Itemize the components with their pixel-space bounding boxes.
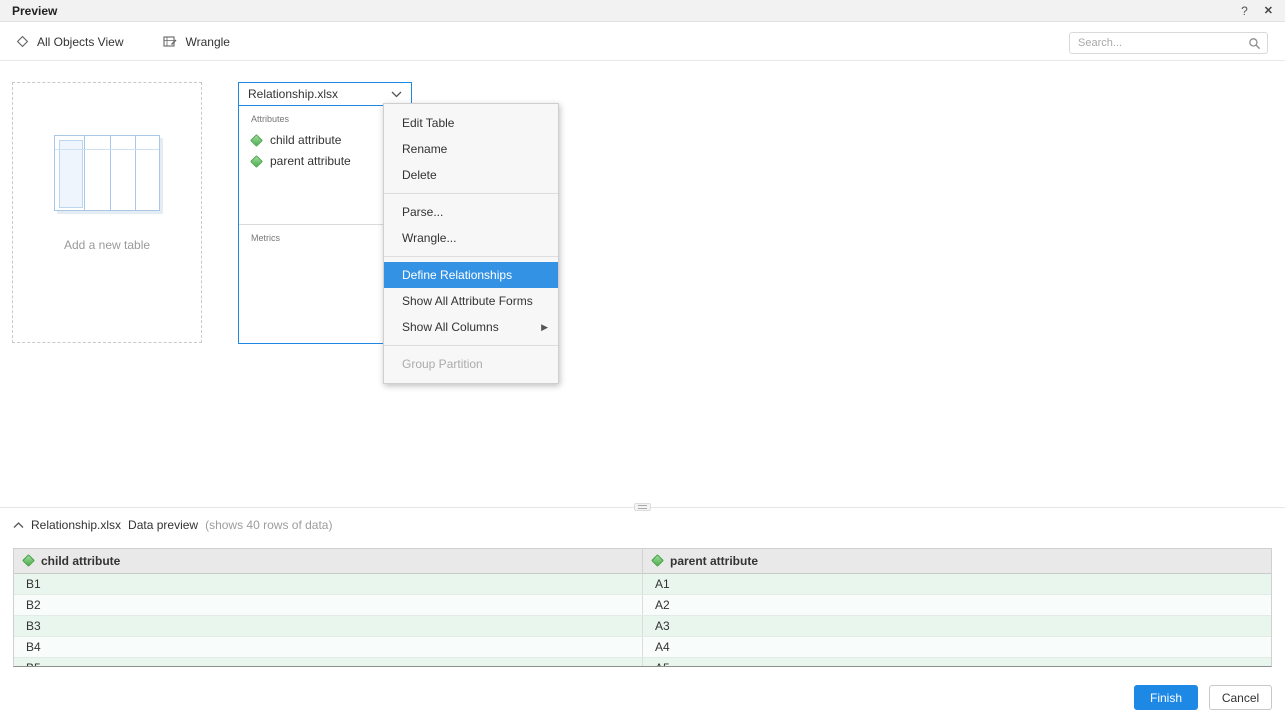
table-cell: B2 [14, 594, 643, 615]
preview-table-name: Relationship.xlsx [31, 518, 121, 532]
table-graphic-icon [54, 135, 160, 211]
title-bar: Preview ? ✕ [0, 0, 1285, 22]
menu-item-label: Delete [402, 168, 548, 182]
attribute-diamond-icon [250, 155, 263, 168]
chevron-down-icon[interactable] [391, 91, 402, 98]
table-cell: A4 [643, 636, 1272, 657]
collapse-chevron-icon[interactable] [13, 522, 24, 529]
menu-item-label: Show All Attribute Forms [402, 294, 548, 308]
menu-separator [384, 193, 558, 194]
footer-bar: Finish Cancel [0, 675, 1285, 720]
splitter-handle[interactable] [634, 503, 651, 511]
diamond-outline-icon [16, 35, 29, 48]
table-cell: B3 [14, 615, 643, 636]
cancel-button[interactable]: Cancel [1209, 685, 1272, 710]
attribute-label: child attribute [270, 133, 341, 147]
menu-item-show-all-columns[interactable]: Show All Columns▶ [384, 314, 558, 340]
attribute-diamond-icon [22, 554, 35, 567]
menu-item-wrangle[interactable]: Wrangle... [384, 225, 558, 251]
all-objects-view-label: All Objects View [37, 35, 123, 49]
context-menu: Edit Table Rename Delete Parse... Wrangle...… [383, 103, 559, 384]
menu-item-label: Parse... [402, 205, 548, 219]
add-table-label: Add a new table [64, 238, 150, 252]
menu-item-label: Wrangle... [402, 231, 548, 245]
menu-separator [384, 345, 558, 346]
close-icon[interactable]: ✕ [1264, 4, 1273, 17]
menu-item-delete[interactable]: Delete [384, 162, 558, 188]
data-preview-header: Relationship.xlsx Data preview (shows 40… [13, 516, 332, 534]
table-card-title: Relationship.xlsx [248, 87, 391, 101]
toolbar: All Objects View Wrangle [0, 23, 1285, 61]
menu-item-label: Rename [402, 142, 548, 156]
menu-item-show-all-attribute-forms[interactable]: Show All Attribute Forms [384, 288, 558, 314]
table-row: B4A4 [14, 636, 1271, 657]
table-row: B1A1 [14, 573, 1271, 594]
table-cell: A2 [643, 594, 1272, 615]
table-row: B3A3 [14, 615, 1271, 636]
menu-item-label: Show All Columns [402, 320, 541, 334]
menu-item-group-partition: Group Partition [384, 351, 558, 377]
window-title: Preview [12, 4, 57, 18]
attribute-diamond-icon [250, 134, 263, 147]
column-header-label: parent attribute [670, 554, 758, 568]
table-body: B1A1B2A2B3A3B4A4B5A5 [14, 573, 1271, 667]
table-header-row: child attribute parent attribute [14, 549, 1271, 573]
help-icon[interactable]: ? [1241, 4, 1248, 18]
preview-window: Preview ? ✕ All Objects View Wrangle [0, 0, 1285, 720]
column-header-child-attribute[interactable]: child attribute [14, 549, 643, 573]
submenu-arrow-icon: ▶ [541, 322, 548, 333]
menu-item-label: Edit Table [402, 116, 548, 130]
wrangle-label: Wrangle [185, 35, 229, 49]
finish-button[interactable]: Finish [1134, 685, 1198, 710]
menu-item-rename[interactable]: Rename [384, 136, 558, 162]
table-cell: A1 [643, 573, 1272, 594]
add-table-dropzone[interactable]: Add a new table [12, 82, 202, 343]
table-row: B2A2 [14, 594, 1271, 615]
attribute-diamond-icon [651, 554, 664, 567]
menu-separator [384, 256, 558, 257]
attribute-label: parent attribute [270, 154, 351, 168]
all-objects-view-button[interactable]: All Objects View [16, 35, 123, 49]
table-cell: B4 [14, 636, 643, 657]
menu-item-label: Group Partition [402, 357, 548, 371]
search-icon [1248, 37, 1261, 50]
wrangle-button[interactable]: Wrangle [163, 35, 229, 49]
column-header-parent-attribute[interactable]: parent attribute [643, 549, 1272, 573]
search-box[interactable] [1069, 32, 1268, 54]
wrangle-icon [163, 35, 177, 48]
search-input[interactable] [1078, 37, 1248, 49]
column-header-label: child attribute [41, 554, 120, 568]
preview-rows-note: (shows 40 rows of data) [205, 518, 332, 532]
table-cell: A5 [643, 657, 1272, 667]
table-cell: B1 [14, 573, 643, 594]
table-cell: B5 [14, 657, 643, 667]
table-row: B5A5 [14, 657, 1271, 667]
table-cell: A3 [643, 615, 1272, 636]
data-preview-table: child attribute parent attribute B1A1B2A2… [13, 548, 1272, 667]
menu-item-define-relationships[interactable]: Define Relationships [384, 262, 558, 288]
preview-section-label: Data preview [128, 518, 198, 532]
menu-item-label: Define Relationships [402, 268, 548, 282]
menu-item-edit-table[interactable]: Edit Table [384, 110, 558, 136]
menu-item-parse[interactable]: Parse... [384, 199, 558, 225]
